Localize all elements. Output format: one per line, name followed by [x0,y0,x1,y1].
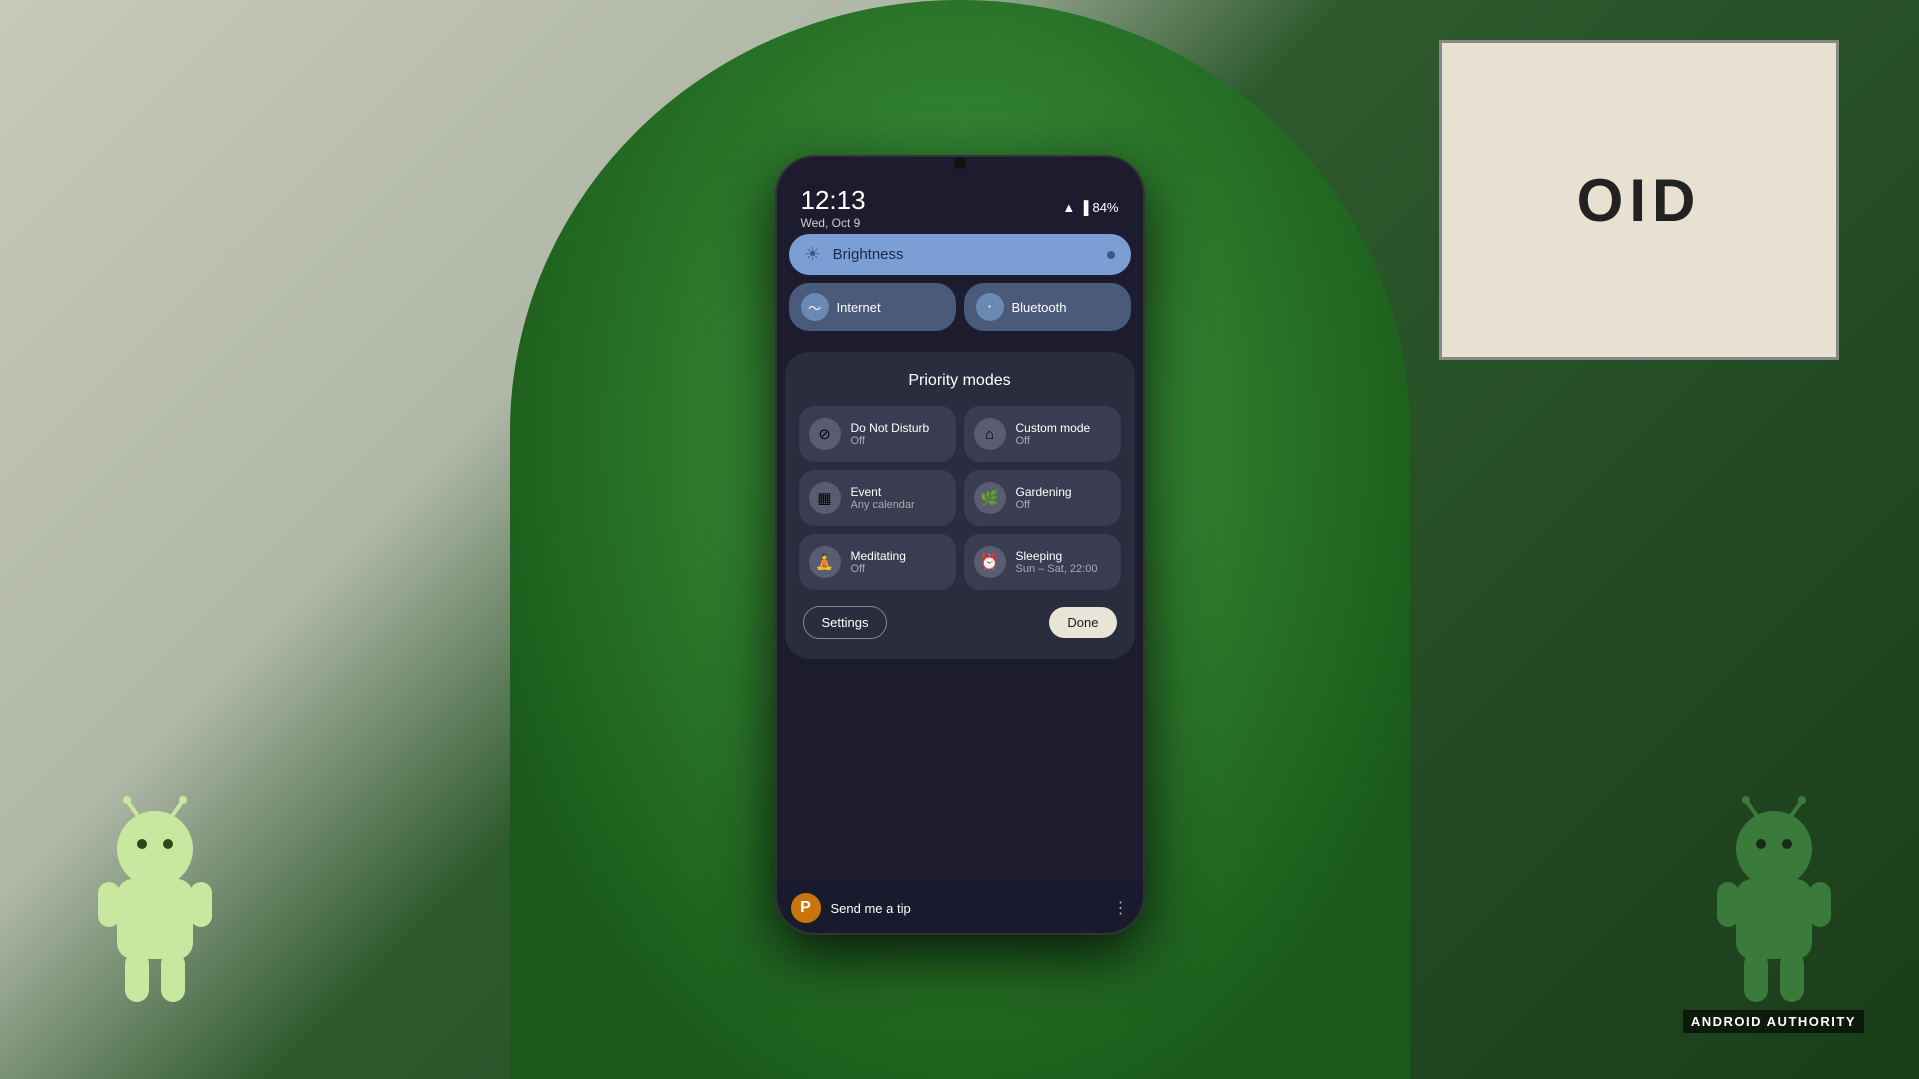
internet-icon: 〜 [801,293,829,321]
tip-more-icon[interactable]: ⋮ [1113,898,1129,918]
gardening-icon: 🌿 [974,482,1006,514]
custom-mode-icon: ⌂ [974,418,1006,450]
custom-mode-text: Custom mode Off [1016,421,1091,447]
custom-mode-status: Off [1016,435,1091,447]
status-time: 12:13 [801,185,866,216]
done-button[interactable]: Done [1049,607,1116,638]
settings-button[interactable]: Settings [803,606,888,639]
do-not-disturb-status: Off [851,435,930,447]
meditating-icon: 🧘 [809,546,841,578]
do-not-disturb-name: Do Not Disturb [851,421,930,435]
battery-icon: ▐ [1079,200,1088,215]
brightness-dot [1107,251,1115,259]
status-icons: ▲ ▐ 84% [1062,200,1118,215]
wifi-icon: ▲ [1062,200,1075,215]
phone-device: 12:13 Wed, Oct 9 ▲ ▐ 84% ☀ Brightness 〜 … [775,155,1145,935]
phone-screen: 12:13 Wed, Oct 9 ▲ ▐ 84% ☀ Brightness 〜 … [777,157,1143,933]
android-figure-right [1709,794,1839,1019]
sleeping-icon: ⏰ [974,546,1006,578]
mode-sleeping[interactable]: ⏰ Sleeping Sun – Sat, 22:00 [964,534,1121,590]
bluetooth-tile[interactable]: ᛫ Bluetooth [964,283,1131,331]
brightness-control[interactable]: ☀ Brightness [789,234,1131,275]
event-text: Event Any calendar [851,485,915,511]
event-name: Event [851,485,915,499]
status-date: Wed, Oct 9 [801,216,866,230]
priority-actions: Settings Done [799,606,1121,639]
tip-icon: P [791,893,821,923]
mode-do-not-disturb[interactable]: ⊘ Do Not Disturb Off [799,406,956,462]
background-poster: OID [1439,40,1839,360]
meditating-name: Meditating [851,549,906,563]
quick-settings-panel: ☀ Brightness 〜 Internet ᛫ Bluetooth [777,234,1143,331]
event-icon: ▦ [809,482,841,514]
sleeping-name: Sleeping [1016,549,1098,563]
gardening-status: Off [1016,499,1072,511]
internet-tile[interactable]: 〜 Internet [789,283,956,331]
bluetooth-icon: ᛫ [976,293,1004,321]
priority-modes-panel: Priority modes ⊘ Do Not Disturb Off ⌂ Cu… [785,352,1135,659]
mode-event[interactable]: ▦ Event Any calendar [799,470,956,526]
camera-notch [954,157,966,169]
gardening-text: Gardening Off [1016,485,1072,511]
event-status: Any calendar [851,499,915,511]
meditating-status: Off [851,563,906,575]
modes-grid: ⊘ Do Not Disturb Off ⌂ Custom mode Off [799,406,1121,590]
sleeping-status: Sun – Sat, 22:00 [1016,563,1098,575]
bluetooth-label: Bluetooth [1012,300,1067,315]
tip-text: Send me a tip [831,901,1103,916]
mode-custom[interactable]: ⌂ Custom mode Off [964,406,1121,462]
status-bar: 12:13 Wed, Oct 9 ▲ ▐ 84% [777,173,1143,234]
priority-modes-title: Priority modes [799,372,1121,390]
meditating-text: Meditating Off [851,549,906,575]
brightness-icon: ☀ [805,244,821,265]
tip-bar: P Send me a tip ⋮ [777,883,1143,933]
brightness-label: Brightness [833,246,1107,263]
android-figure-left [90,794,220,1019]
do-not-disturb-icon: ⊘ [809,418,841,450]
mode-gardening[interactable]: 🌿 Gardening Off [964,470,1121,526]
internet-label: Internet [837,300,881,315]
quick-tiles-row: 〜 Internet ᛫ Bluetooth [789,283,1131,331]
gardening-name: Gardening [1016,485,1072,499]
sleeping-text: Sleeping Sun – Sat, 22:00 [1016,549,1098,575]
watermark: ANDROID AUTHORITY [1683,1010,1864,1033]
mode-meditating[interactable]: 🧘 Meditating Off [799,534,956,590]
custom-mode-name: Custom mode [1016,421,1091,435]
do-not-disturb-text: Do Not Disturb Off [851,421,930,447]
battery-percent: 84% [1092,200,1118,215]
